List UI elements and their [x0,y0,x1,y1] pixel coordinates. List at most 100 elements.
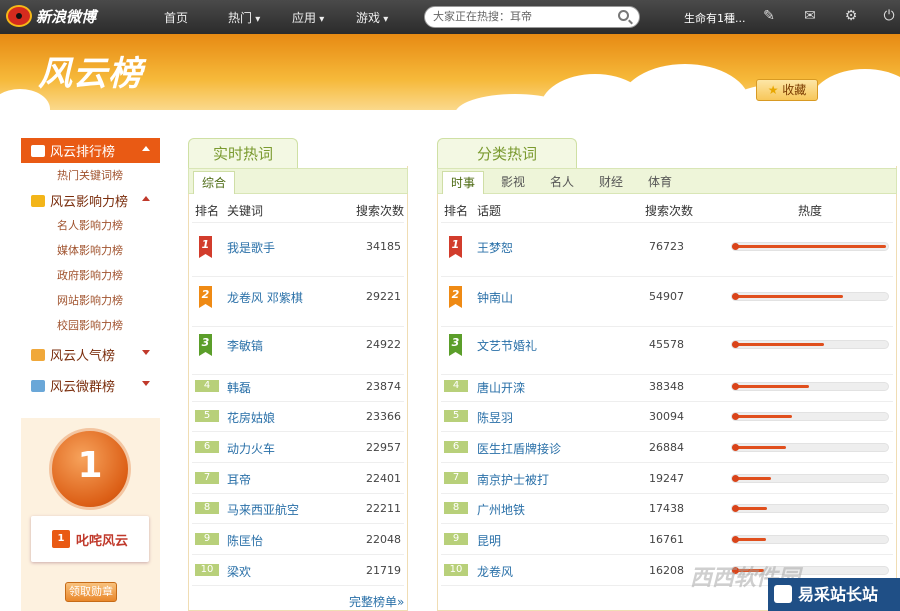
claim-medal-button[interactable]: 领取勋章 [65,582,117,602]
divider [192,374,404,375]
topic-link[interactable]: 唐山开滦 [477,379,525,396]
heat-bar-fill [732,505,767,512]
topic-link[interactable]: 文艺节婚礼 [477,337,537,354]
star-icon: ★ [767,83,779,97]
search-count: 17438 [649,502,684,515]
sidebar-item-campus[interactable]: 校园影响力榜 [21,313,160,338]
sidebar-group-rankings[interactable]: 风云排行榜 [21,138,160,163]
heat-bar [731,535,889,544]
user-name-link[interactable]: 生命有1種... [684,10,746,26]
topic-link[interactable]: 医生扛盾牌接诊 [477,440,561,457]
topic-link[interactable]: 龙卷风 [477,563,513,580]
search-count: 22048 [366,533,401,546]
sidebar-item-celebrity[interactable]: 名人影响力榜 [21,213,160,238]
rank-badge: 10 [444,564,468,576]
heat-bar-fill [732,341,824,348]
keyword-link[interactable]: 龙卷风 邓紫棋 [227,289,303,306]
keyword-link[interactable]: 李敏镐 [227,337,263,354]
rank-badge: 10 [195,564,219,576]
topic-link[interactable]: 昆明 [477,532,501,549]
heat-bar [731,412,889,421]
collapse-arrow-icon[interactable] [142,146,150,151]
expand-arrow-icon[interactable] [142,381,150,386]
header-count: 搜索次数 [645,204,694,218]
divider [441,222,893,223]
keyword-link[interactable]: 耳帝 [227,471,251,488]
search-icon[interactable] [618,10,629,21]
rank-badge: 9 [195,533,219,545]
tab-film[interactable]: 影视 [492,171,534,194]
divider [441,401,893,402]
search-count: 76723 [649,240,684,253]
nav-games[interactable]: 游戏 [356,9,388,26]
heat-bar-fill [732,475,771,482]
tab-current-affairs[interactable]: 时事 [442,171,484,194]
rank-badge: 5 [195,410,219,422]
nav-hot[interactable]: 热门 [228,9,260,26]
search-count: 16761 [649,533,684,546]
search-count: 23366 [366,410,401,423]
sidebar-item-media[interactable]: 媒体影响力榜 [21,238,160,263]
rank-badge: 7 [444,472,468,484]
power-icon[interactable]: ⏻ [882,9,896,23]
search-count: 54907 [649,290,684,303]
tab-celebrity[interactable]: 名人 [541,171,583,194]
expand-arrow-icon[interactable] [142,350,150,355]
tab-overall[interactable]: 综合 [193,171,235,194]
gear-icon[interactable]: ⚙ [844,9,858,23]
badge-icon: 1 [51,530,70,548]
heat-bar [731,504,889,513]
topic-link[interactable]: 南京护士被打 [477,471,549,488]
rank-badge: 9 [444,533,468,545]
edit-icon[interactable]: ✎ [762,9,776,23]
keyword-link[interactable]: 马来西亚航空 [227,501,299,518]
topic-link[interactable]: 王梦恕 [477,239,513,256]
keyword-link[interactable]: 梁欢 [227,563,251,580]
full-list-link[interactable]: 完整榜单» [349,593,404,610]
divider [441,276,893,277]
tab-finance[interactable]: 财经 [590,171,632,194]
sidebar-group-microgroups[interactable]: 风云微群榜 [21,373,160,398]
people-icon [31,348,45,361]
sidebar-item-website[interactable]: 网站影响力榜 [21,288,160,313]
topic-link[interactable]: 广州地铁 [477,501,525,518]
site-watermark: 易采站长站 [768,578,900,611]
weibo-logo[interactable]: 新浪微博 [6,5,96,27]
favorite-button[interactable]: ★ 收藏 [756,79,818,101]
heat-bar [731,242,889,251]
heat-bar-fill [732,293,843,300]
sidebar-item-government[interactable]: 政府影响力榜 [21,263,160,288]
keyword-link[interactable]: 动力火车 [227,440,275,457]
rank-badge: 7 [195,472,219,484]
search-input[interactable]: 大家正在热搜：耳帝 [424,6,640,28]
search-count: 26884 [649,441,684,454]
sidebar-item-hot-keywords[interactable]: 热门关键词榜 [21,163,160,188]
sidebar-group-influence[interactable]: 风云影响力榜 [21,188,160,213]
divider [441,523,893,524]
divider [192,222,404,223]
page-banner: 风云榜 ★ 收藏 [0,34,900,110]
header-heat: 热度 [798,204,823,218]
tab-sports[interactable]: 体育 [639,171,681,194]
rank-badge: 4 [195,380,219,392]
keyword-link[interactable]: 花房姑娘 [227,409,275,426]
rank-badge: 8 [195,502,219,514]
search-count: 34185 [366,240,401,253]
topic-link[interactable]: 钟南山 [477,289,513,306]
topic-link[interactable]: 陈昱羽 [477,409,513,426]
divider [192,585,404,586]
category-title: 分类热词 [437,138,577,168]
search-count: 16208 [649,564,684,577]
heat-bar [731,443,889,452]
keyword-link[interactable]: 陈匡怡 [227,532,263,549]
keyword-link[interactable]: 我是歌手 [227,239,275,256]
nav-apps[interactable]: 应用 [292,9,324,26]
cloud-decoration [810,69,900,110]
keyword-link[interactable]: 韩磊 [227,379,251,396]
nav-home[interactable]: 首页 [164,9,188,26]
search-count: 30094 [649,410,684,423]
top-navigation-bar: 新浪微博 首页 热门 应用 游戏 大家正在热搜：耳帝 生命有1種... ✎ ✉ … [0,0,900,34]
mail-icon[interactable]: ✉ [803,9,817,23]
sidebar-group-popularity[interactable]: 风云人气榜 [21,342,160,367]
collapse-arrow-icon[interactable] [142,196,150,201]
